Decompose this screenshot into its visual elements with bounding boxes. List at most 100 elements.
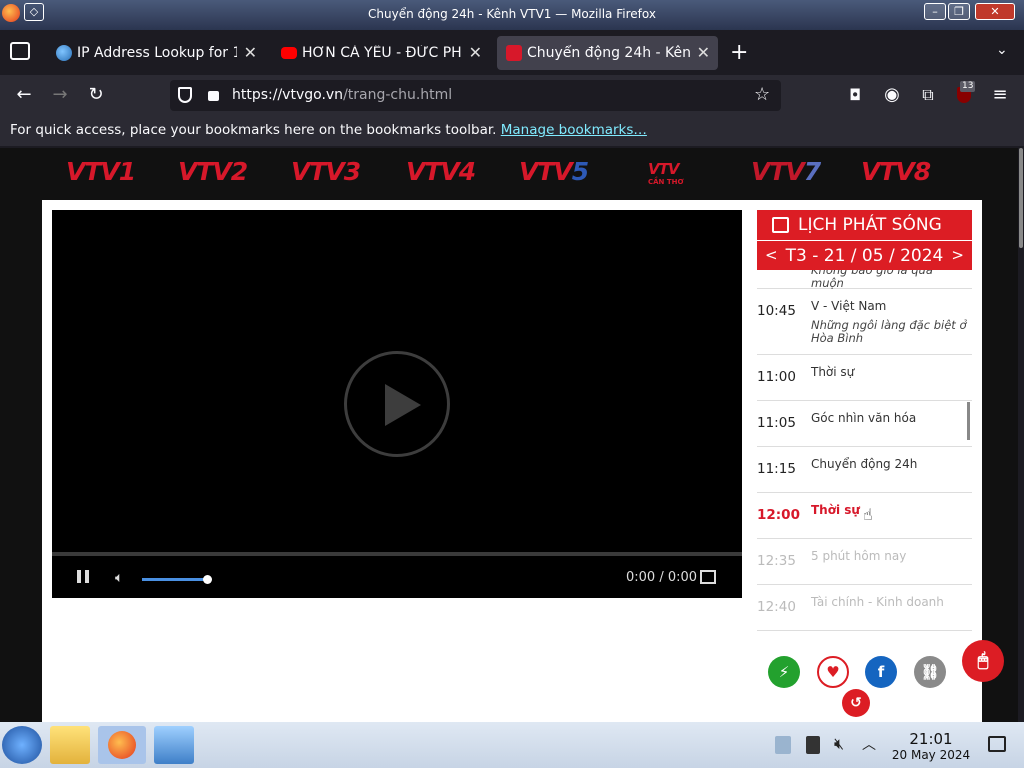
navigation-toolbar: ← → ↻ https://vtvgo.vn/trang-chu.html ☆ … bbox=[0, 75, 1024, 116]
program-time: 12:35 bbox=[757, 553, 796, 569]
tab-overview-icon[interactable] bbox=[10, 42, 30, 60]
list-all-tabs-icon[interactable]: ⌄ bbox=[996, 42, 1008, 58]
program-subtitle: Không bao giờ là quá muộn bbox=[811, 270, 933, 290]
recycle-bin-icon[interactable] bbox=[775, 736, 791, 754]
url-text[interactable]: https://vtvgo.vn/trang-chu.html bbox=[232, 87, 452, 103]
program-time: 12:00 bbox=[757, 507, 800, 523]
next-day-button[interactable]: > bbox=[951, 246, 964, 264]
channel-vtv4[interactable]: VTV4 bbox=[406, 157, 476, 191]
close-tab-icon[interactable]: ✕ bbox=[244, 43, 257, 62]
channel-vtv-cantho[interactable]: VTV CẦN THƠ bbox=[648, 160, 684, 194]
channel-prefix: VTV bbox=[406, 157, 460, 186]
vtv-icon bbox=[506, 45, 522, 61]
bookmarks-message: For quick access, place your bookmarks h… bbox=[10, 122, 497, 138]
close-tab-icon[interactable]: ✕ bbox=[697, 43, 710, 62]
show-desktop-icon[interactable] bbox=[988, 736, 1006, 752]
program-time: 11:05 bbox=[757, 415, 796, 431]
schedule-row[interactable]: 11:05 Góc nhìn văn hóa bbox=[757, 401, 972, 447]
schedule-row[interactable]: 10:45 V - Việt Nam Những ngôi làng đặc b… bbox=[757, 289, 972, 355]
channel-prefix: VTV bbox=[291, 157, 345, 186]
chevron-up-icon[interactable]: ︿ bbox=[862, 734, 876, 754]
channel-vtv3[interactable]: VTV3 bbox=[291, 157, 361, 191]
taskbar-clock[interactable]: 21:01 20 May 2024 bbox=[886, 730, 976, 762]
ublock-icon[interactable]: 13 bbox=[954, 81, 976, 105]
file-manager-icon[interactable] bbox=[50, 726, 90, 764]
close-button[interactable]: ✕ bbox=[975, 3, 1015, 20]
new-tab-button[interactable]: + bbox=[730, 40, 748, 65]
shield-icon[interactable] bbox=[178, 87, 192, 103]
network-settings-icon[interactable] bbox=[154, 726, 194, 764]
taskbar: 🔇︎ ︿ 21:01 20 May 2024 bbox=[0, 722, 1024, 768]
tab-ip-lookup[interactable]: IP Address Lookup for 14 ✕ bbox=[47, 36, 265, 70]
lightning-icon[interactable]: ⚡︎ bbox=[768, 656, 800, 688]
broadcast-schedule: LỊCH PHÁT SÓNG < T3 - 21 / 05 / 2024 > K… bbox=[757, 210, 972, 640]
bookmark-star-icon[interactable]: ☆ bbox=[754, 84, 770, 105]
channel-number: 5 bbox=[571, 157, 589, 186]
start-button-icon[interactable] bbox=[2, 726, 42, 764]
play-icon[interactable] bbox=[344, 351, 450, 457]
extension-badge: 13 bbox=[960, 81, 976, 92]
page-scrollbar[interactable] bbox=[1018, 148, 1024, 722]
channel-vtv7[interactable]: VTV7 bbox=[751, 157, 821, 191]
heart-icon[interactable]: ♥ bbox=[817, 656, 849, 688]
extensions-icon[interactable]: ⧉ bbox=[918, 85, 938, 105]
schedule-date: T3 - 21 / 05 / 2024 bbox=[785, 246, 944, 266]
clock-time: 21:01 bbox=[909, 730, 953, 748]
speaker-icon[interactable]: 🔈︎ bbox=[115, 570, 123, 586]
schedule-row-current[interactable]: 12:00 Thời sự ☝︎ bbox=[757, 493, 972, 539]
account-icon[interactable]: ◉ bbox=[882, 85, 902, 105]
tab-youtube[interactable]: HƠN CẢ YÊU - ĐỨC PHÚC ✕ bbox=[272, 36, 490, 70]
schedule-date-bar: < T3 - 21 / 05 / 2024 > bbox=[757, 241, 972, 270]
facebook-icon[interactable]: f bbox=[865, 656, 897, 688]
menu-icon[interactable]: ≡ bbox=[990, 85, 1010, 105]
schedule-row-partial[interactable]: Không bao giờ là quá muộn bbox=[757, 270, 972, 290]
pocket-icon[interactable]: ◘ bbox=[845, 85, 865, 105]
video-player[interactable]: 🔈︎ 0:00 / 0:00 bbox=[52, 210, 742, 598]
reload-icon[interactable]: ↻ bbox=[86, 85, 106, 105]
channel-prefix: VTV bbox=[751, 157, 805, 186]
channel-prefix: VTV bbox=[178, 157, 232, 186]
schedule-row[interactable]: 11:00 Thời sự bbox=[757, 355, 972, 401]
forward-icon[interactable]: → bbox=[50, 85, 70, 105]
volume-slider[interactable] bbox=[142, 575, 212, 584]
main-content: 🔈︎ 0:00 / 0:00 LỊCH PHÁT SÓNG < T3 - 21 … bbox=[42, 200, 1004, 722]
mouse-scroll-icon[interactable]: 🖱︎ bbox=[962, 640, 1004, 682]
mute-icon[interactable]: 🔇︎ bbox=[834, 734, 844, 754]
link-icon[interactable]: ⛓︎ bbox=[914, 656, 946, 688]
channel-vtv5[interactable]: VTV5 bbox=[519, 157, 589, 191]
fullscreen-icon[interactable] bbox=[700, 570, 716, 584]
schedule-header: LỊCH PHÁT SÓNG bbox=[757, 210, 972, 240]
refresh-icon[interactable]: ↺ bbox=[842, 689, 870, 717]
clock-date: 20 May 2024 bbox=[891, 748, 971, 762]
web-page: VTV1 VTV2 VTV3 VTV4 VTV5 VTV CẦN THƠ VTV… bbox=[0, 148, 1018, 722]
url-path: /trang-chu.html bbox=[343, 87, 453, 103]
schedule-list[interactable]: Không bao giờ là quá muộn 10:45 V - Việt… bbox=[757, 270, 972, 640]
page-scrollbar-thumb[interactable] bbox=[1019, 148, 1023, 248]
channel-vtv2[interactable]: VTV2 bbox=[178, 157, 248, 191]
program-title: Thời sự bbox=[811, 365, 855, 379]
program-time: 11:00 bbox=[757, 369, 796, 385]
channel-vtv1[interactable]: VTV1 bbox=[66, 157, 136, 191]
program-time: 12:40 bbox=[757, 599, 796, 615]
minimize-button[interactable]: – bbox=[924, 3, 946, 20]
close-tab-icon[interactable]: ✕ bbox=[469, 43, 482, 62]
lock-icon[interactable] bbox=[208, 91, 219, 101]
time-current: 0:00 bbox=[626, 570, 656, 585]
tab-vtvgo[interactable]: Chuyển động 24h - Kênh ✕ bbox=[497, 36, 718, 70]
video-progress-bar[interactable] bbox=[52, 552, 742, 556]
maximize-button[interactable]: ❐ bbox=[948, 3, 970, 20]
schedule-scrollbar[interactable] bbox=[967, 402, 970, 440]
schedule-row[interactable]: 11:15 Chuyển động 24h bbox=[757, 447, 972, 493]
firefox-taskbar-icon[interactable] bbox=[98, 726, 146, 764]
manage-bookmarks-link[interactable]: Manage bookmarks… bbox=[501, 122, 647, 138]
schedule-row[interactable]: 12:35 5 phút hôm nay bbox=[757, 539, 972, 585]
back-icon[interactable]: ← bbox=[14, 85, 34, 105]
schedule-row[interactable]: 12:40 Tài chính - Kinh doanh bbox=[757, 585, 972, 631]
tab-bar: IP Address Lookup for 14 ✕ HƠN CẢ YÊU - … bbox=[0, 30, 1024, 75]
tab-label: HƠN CẢ YÊU - ĐỨC PHÚC bbox=[302, 45, 462, 61]
clipboard-icon[interactable] bbox=[806, 736, 820, 754]
channel-prefix: VTV bbox=[66, 157, 120, 186]
volume-knob[interactable] bbox=[203, 575, 212, 584]
channel-vtv8[interactable]: VTV8 bbox=[861, 157, 931, 191]
address-bar[interactable]: https://vtvgo.vn/trang-chu.html ☆ bbox=[170, 80, 781, 111]
